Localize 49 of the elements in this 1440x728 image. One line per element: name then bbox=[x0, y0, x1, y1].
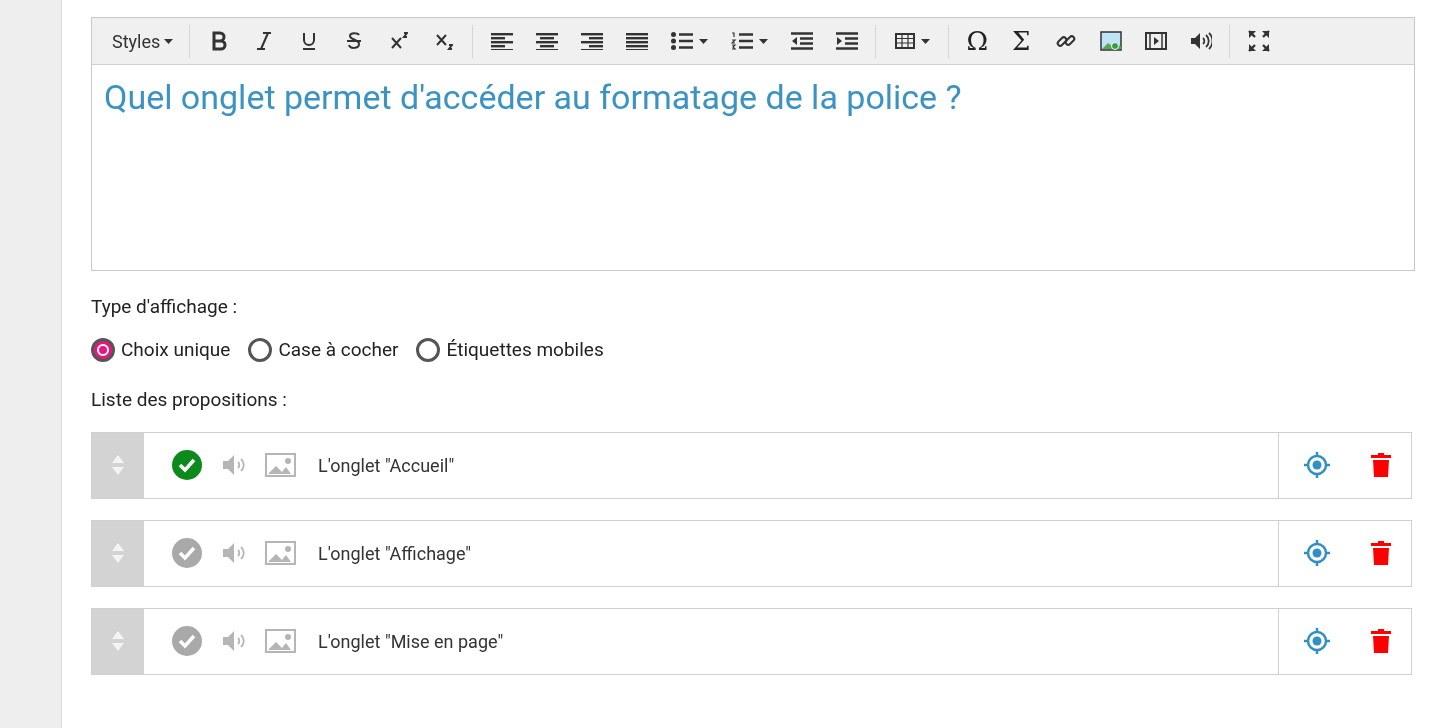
fullscreen-icon bbox=[1247, 30, 1270, 52]
radio-button[interactable] bbox=[416, 337, 441, 362]
symbol-button[interactable]: Ω bbox=[955, 23, 1000, 59]
numbered-list-icon bbox=[730, 32, 753, 50]
drag-handle[interactable] bbox=[92, 432, 144, 498]
target-icon[interactable] bbox=[1303, 540, 1330, 566]
styles-dropdown[interactable]: Styles bbox=[102, 23, 184, 59]
caret-icon bbox=[164, 38, 174, 44]
trash-icon[interactable] bbox=[1370, 541, 1391, 565]
target-icon[interactable] bbox=[1303, 452, 1330, 478]
radio-button[interactable] bbox=[248, 337, 273, 362]
drag-handle[interactable] bbox=[92, 520, 144, 586]
drag-handle[interactable] bbox=[92, 608, 144, 674]
superscript-icon bbox=[389, 31, 408, 51]
trash-icon[interactable] bbox=[1370, 629, 1391, 653]
radio-option[interactable]: Étiquettes mobiles bbox=[416, 335, 604, 364]
proposition-text[interactable]: L'onglet "Accueil" bbox=[318, 451, 455, 479]
caret-icon bbox=[920, 38, 930, 44]
italic-icon bbox=[254, 31, 273, 51]
symbol-button[interactable]: Σ bbox=[999, 23, 1044, 59]
align-right-icon bbox=[580, 32, 603, 50]
align-center-icon bbox=[535, 32, 558, 50]
checkmark-toggle[interactable] bbox=[172, 450, 202, 480]
field-label: Liste des propositions : bbox=[91, 387, 288, 413]
field-label: Type d'affichage : bbox=[91, 294, 239, 320]
strikethrough-icon bbox=[344, 31, 363, 51]
caret-icon bbox=[758, 38, 768, 44]
bulleted-list-icon bbox=[670, 32, 693, 50]
radio-button[interactable] bbox=[91, 337, 115, 362]
outdent-icon bbox=[790, 32, 813, 50]
proposition-text[interactable]: L'onglet "Affichage" bbox=[318, 539, 472, 567]
justify-icon bbox=[625, 32, 648, 50]
radio-option[interactable]: Choix unique bbox=[91, 335, 231, 364]
caret-icon bbox=[698, 38, 708, 44]
checkmark-toggle[interactable] bbox=[172, 538, 202, 568]
speaker-icon bbox=[1189, 32, 1212, 50]
trash-icon[interactable] bbox=[1370, 453, 1391, 477]
radio-option[interactable]: Case à cocher bbox=[248, 335, 399, 364]
picture-icon bbox=[1099, 31, 1122, 51]
proposition-text[interactable]: L'onglet "Mise en page" bbox=[318, 627, 504, 655]
target-icon[interactable] bbox=[1303, 628, 1330, 654]
film-icon bbox=[1144, 32, 1167, 50]
align-left-icon bbox=[490, 32, 513, 50]
indent-icon bbox=[835, 32, 858, 50]
sort-arrows-icon bbox=[112, 631, 124, 651]
sort-arrows-icon bbox=[112, 543, 124, 563]
sort-arrows-icon bbox=[112, 455, 124, 475]
table-icon bbox=[894, 33, 915, 49]
checkmark-toggle[interactable] bbox=[172, 626, 202, 656]
